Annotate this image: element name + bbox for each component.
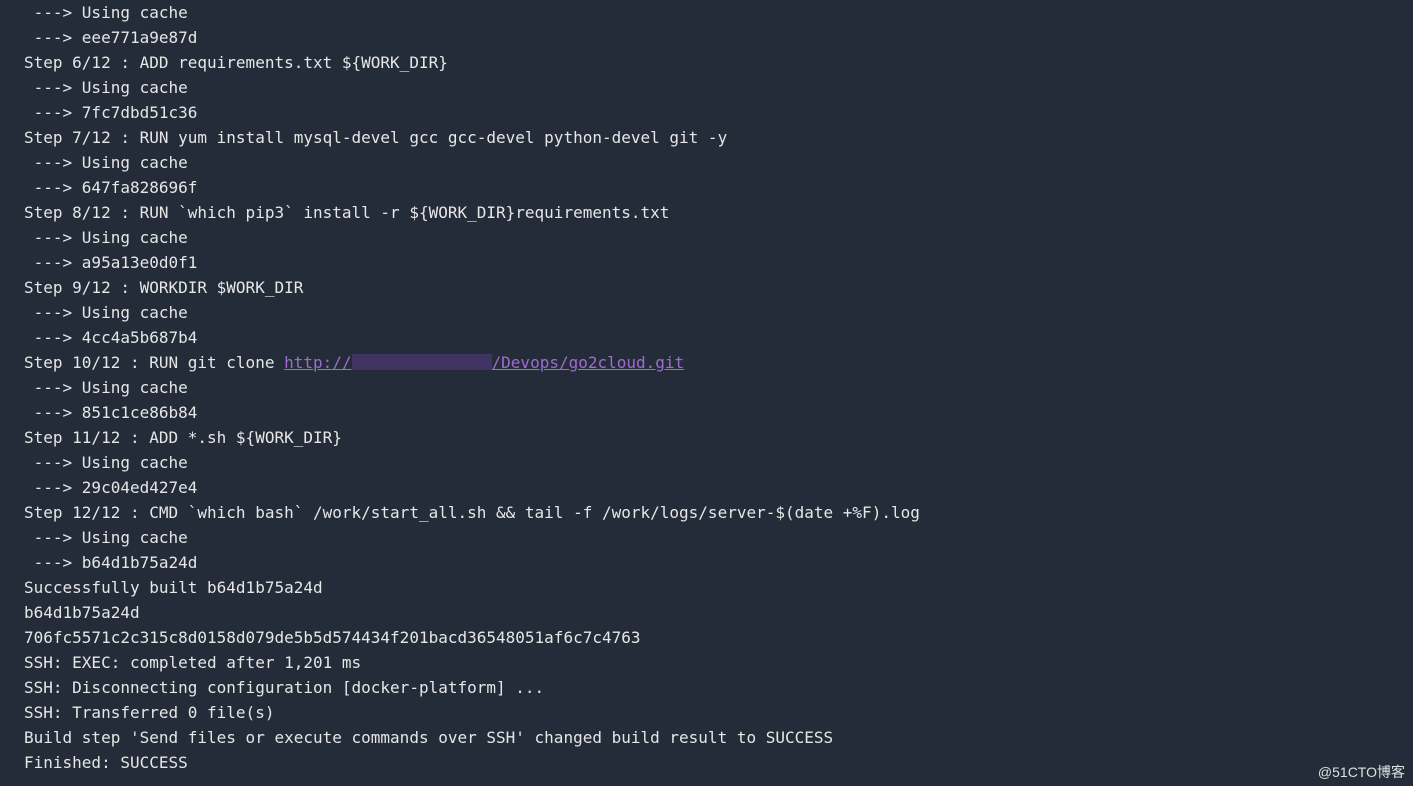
console-line: ---> Using cache <box>24 0 1413 25</box>
console-line: Step 10/12 : RUN git clone http:///Devop… <box>24 350 1413 375</box>
console-line: ---> 4cc4a5b687b4 <box>24 325 1413 350</box>
console-line: 706fc5571c2c315c8d0158d079de5b5d574434f2… <box>24 625 1413 650</box>
console-line: ---> Using cache <box>24 150 1413 175</box>
console-line: Step 11/12 : ADD *.sh ${WORK_DIR} <box>24 425 1413 450</box>
console-line: Step 9/12 : WORKDIR $WORK_DIR <box>24 275 1413 300</box>
console-line: ---> Using cache <box>24 225 1413 250</box>
console-line: ---> a95a13e0d0f1 <box>24 250 1413 275</box>
console-line: Build step 'Send files or execute comman… <box>24 725 1413 750</box>
console-line: SSH: EXEC: completed after 1,201 ms <box>24 650 1413 675</box>
console-line: ---> 647fa828696f <box>24 175 1413 200</box>
console-line: Step 8/12 : RUN `which pip3` install -r … <box>24 200 1413 225</box>
watermark-label: @51CTO博客 <box>1318 762 1405 782</box>
console-line: Step 7/12 : RUN yum install mysql-devel … <box>24 125 1413 150</box>
console-line: ---> b64d1b75a24d <box>24 550 1413 575</box>
console-line: ---> Using cache <box>24 75 1413 100</box>
console-line: ---> eee771a9e87d <box>24 25 1413 50</box>
console-line: Successfully built b64d1b75a24d <box>24 575 1413 600</box>
console-line: Step 12/12 : CMD `which bash` /work/star… <box>24 500 1413 525</box>
console-line: ---> 851c1ce86b84 <box>24 400 1413 425</box>
build-console-output: ---> Using cache ---> eee771a9e87dStep 6… <box>0 0 1413 775</box>
console-line: ---> 29c04ed427e4 <box>24 475 1413 500</box>
console-line: ---> Using cache <box>24 375 1413 400</box>
console-line: Step 6/12 : ADD requirements.txt ${WORK_… <box>24 50 1413 75</box>
console-line: b64d1b75a24d <box>24 600 1413 625</box>
git-clone-url-link[interactable]: http:///Devops/go2cloud.git <box>284 353 684 372</box>
console-line: ---> Using cache <box>24 450 1413 475</box>
redacted-host <box>352 354 492 370</box>
console-line: SSH: Disconnecting configuration [docker… <box>24 675 1413 700</box>
console-line: ---> Using cache <box>24 525 1413 550</box>
console-line: SSH: Transferred 0 file(s) <box>24 700 1413 725</box>
console-line: ---> Using cache <box>24 300 1413 325</box>
console-line: Finished: SUCCESS <box>24 750 1413 775</box>
console-line: ---> 7fc7dbd51c36 <box>24 100 1413 125</box>
